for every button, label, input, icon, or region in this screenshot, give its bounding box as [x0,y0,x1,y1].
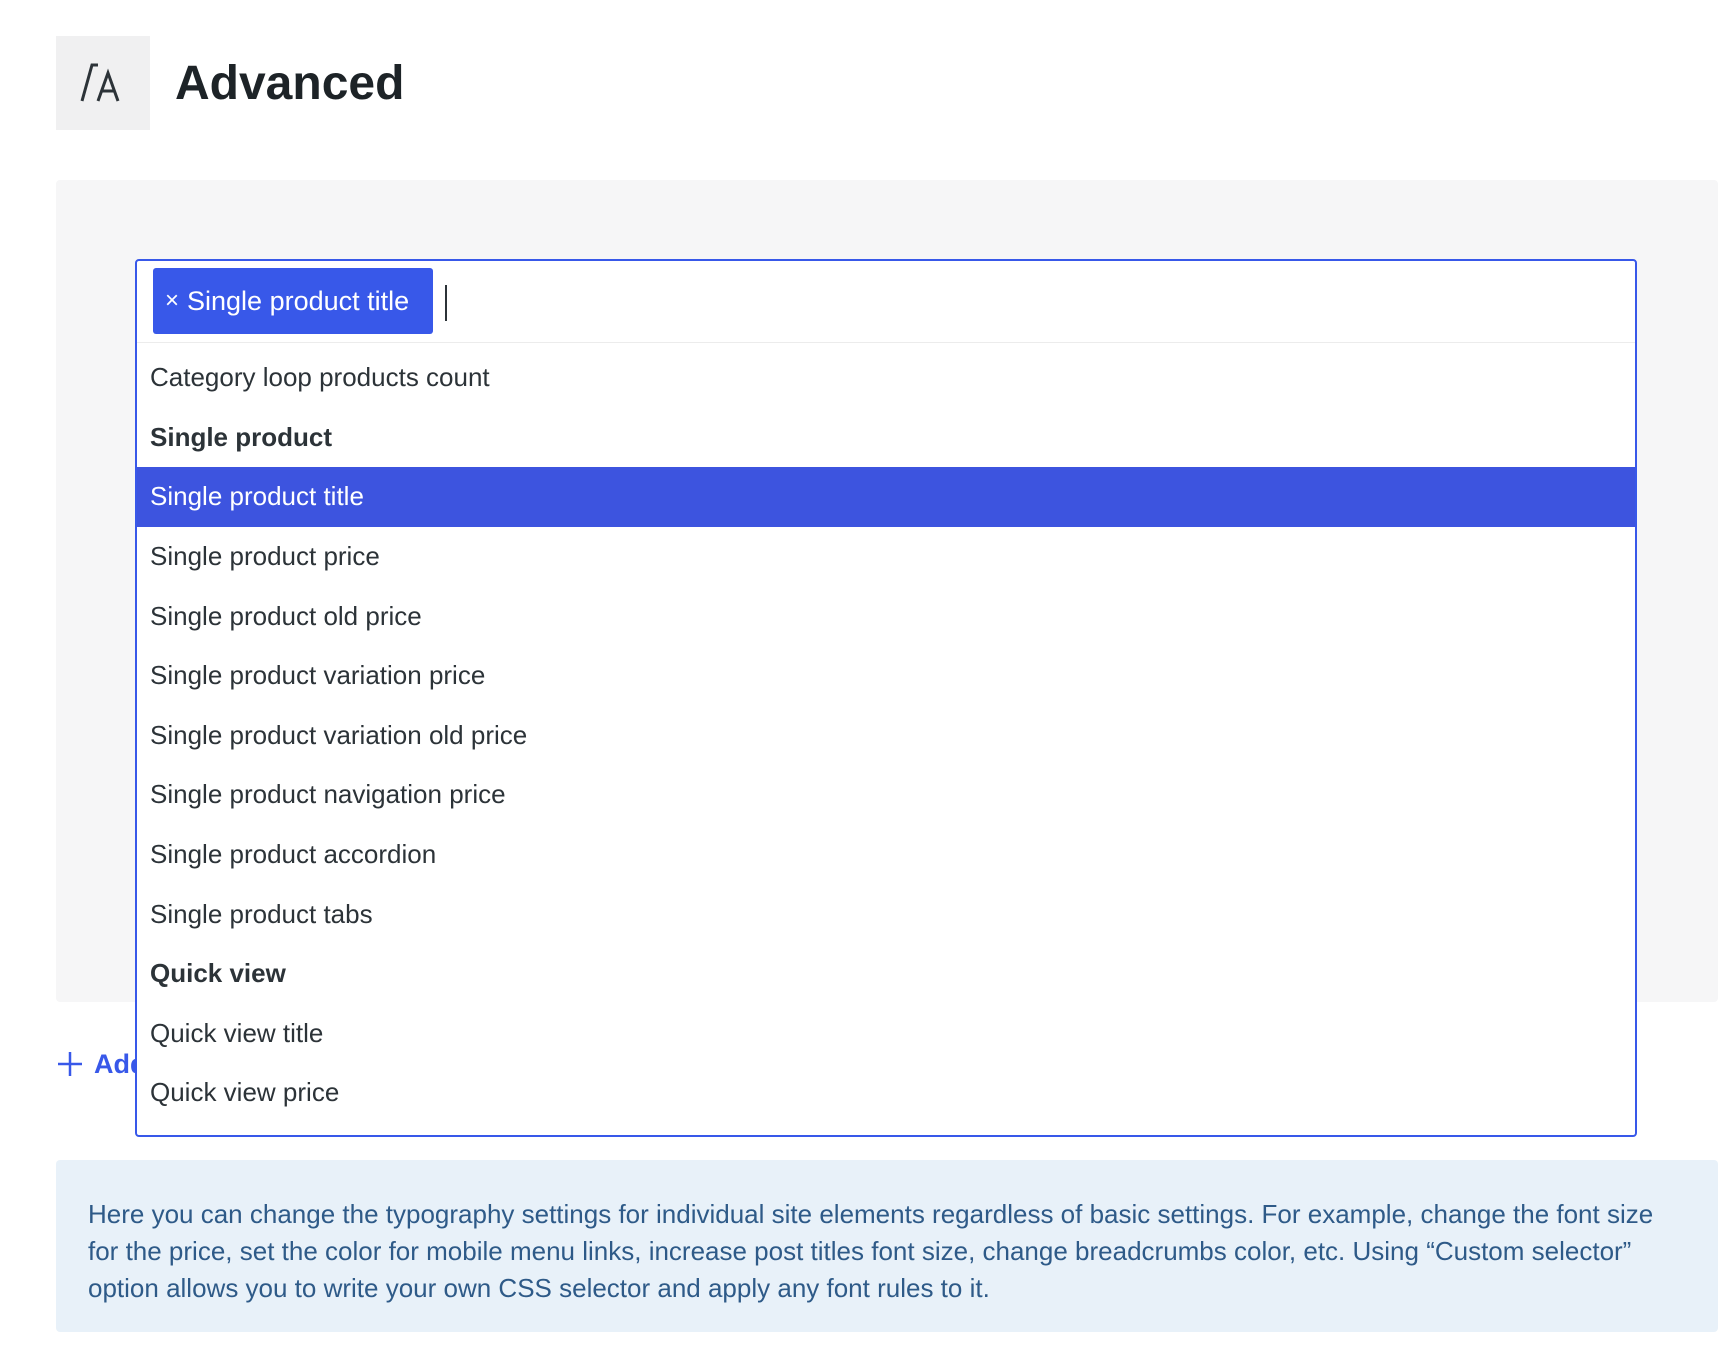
select-input-area[interactable]: × Single product title [137,261,1635,343]
text-cursor [445,285,447,321]
remove-chip-icon[interactable]: × [165,289,179,313]
info-text: Here you can change the typography setti… [88,1199,1654,1303]
selected-chip: × Single product title [153,268,434,334]
option-single-product-old-price[interactable]: Single product old price [137,586,1635,646]
option-single-product-accordion[interactable]: Single product accordion [137,825,1635,885]
add-button[interactable]: Add [56,1046,146,1082]
page-title: Advanced [175,57,405,110]
option-quick-view-price[interactable]: Quick view price [137,1063,1635,1123]
typography-icon [56,36,150,130]
option-single-product-navigation-price[interactable]: Single product navigation price [137,765,1635,825]
option-quick-view-title[interactable]: Quick view title [137,1004,1635,1064]
element-select[interactable]: × Single product title Category loop pro… [135,259,1637,1137]
option-single-product-variation-price[interactable]: Single product variation price [137,646,1635,706]
info-notice: Here you can change the typography setti… [56,1160,1718,1332]
option-group-single-product: Single product [150,421,332,452]
selected-chip-label: Single product title [187,285,410,316]
option-single-product-tabs[interactable]: Single product tabs [137,884,1635,944]
option-category-loop-products-count[interactable]: Category loop products count [137,348,1635,408]
option-single-product-price[interactable]: Single product price [137,527,1635,587]
plus-icon [58,1052,82,1076]
typography-glyph [80,63,120,102]
option-single-product-variation-old-price[interactable]: Single product variation old price [137,706,1635,766]
dropdown-options: Category loop products count Single prod… [137,343,1635,1123]
option-group-quick-view: Quick view [150,958,286,989]
option-single-product-title[interactable]: Single product title [137,467,1635,527]
